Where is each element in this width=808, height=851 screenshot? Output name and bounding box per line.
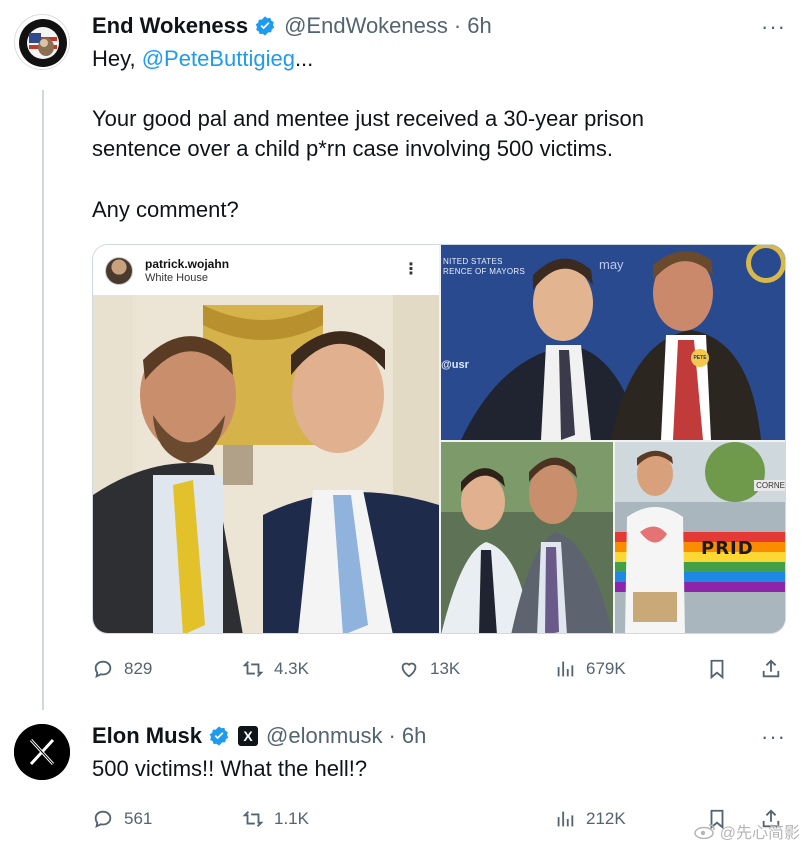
user-handle[interactable]: @elonmusk [266, 723, 383, 749]
text-prefix: Hey, [92, 46, 142, 71]
instagram-location: White House [145, 272, 208, 284]
timestamp[interactable]: 6h [467, 13, 491, 39]
share-icon [762, 659, 780, 678]
separator-dot: · [453, 13, 462, 38]
verified-badge-icon [255, 16, 275, 36]
tweet-text-line: Any comment? [92, 197, 239, 222]
sign-text: PRID [701, 538, 754, 559]
views-count: 679K [586, 659, 626, 678]
verified-badge-icon [209, 726, 229, 746]
banner-word: @usr [441, 359, 469, 371]
views-chart-icon [557, 661, 574, 677]
display-name[interactable]: End Wokeness [92, 13, 248, 39]
text-suffix: ... [294, 46, 314, 71]
banner-word: may [599, 257, 624, 272]
separator-dot: · [388, 723, 396, 748]
tweet-media-image[interactable]: patrick.wojahn White House ⋮ NITED STATE… [92, 244, 786, 634]
repost-icon [242, 811, 264, 827]
more-options-icon[interactable]: ··· [761, 14, 786, 40]
tweet-header: End Wokeness @EndWokeness · 6h [92, 12, 492, 40]
photo-outdoor-illustration [441, 442, 613, 633]
reply-button[interactable]: 561 [92, 804, 152, 834]
like-count: 13K [430, 659, 461, 678]
avatar[interactable] [14, 14, 70, 70]
photo-selfie [93, 295, 439, 633]
mention-link[interactable]: @PeteButtigieg [142, 46, 295, 71]
reply-icon [94, 660, 112, 678]
reply-icon [94, 810, 112, 828]
watermark-text: @先心简影 [719, 825, 800, 842]
display-name[interactable]: Elon Musk [92, 723, 202, 749]
reply-count: 829 [124, 659, 153, 678]
avatar-badge-icon [16, 16, 69, 69]
banner-line: RENCE OF MAYORS [443, 267, 526, 276]
user-handle[interactable]: @EndWokeness [284, 13, 448, 39]
instagram-header: patrick.wojahn White House ⋮ [93, 245, 439, 295]
repost-button[interactable]: 4.3K [242, 654, 309, 684]
media-panel-instagram: patrick.wojahn White House ⋮ [93, 245, 439, 633]
weibo-logo-icon [694, 824, 715, 839]
tweet-header: Elon Musk X @elonmusk · 6h [92, 722, 426, 750]
tweet-text-line: Hey, @PeteButtigieg... [92, 44, 313, 74]
media-panel-conference: NITED STATES RENCE OF MAYORS may @usr PE… [441, 245, 785, 440]
repost-count: 4.3K [274, 659, 309, 678]
instagram-more-icon: ⋮ [403, 261, 419, 278]
tweet-text-line: Your good pal and mentee just received a… [92, 106, 644, 131]
affiliate-x-badge-icon: X [238, 726, 259, 746]
tweet-elon-musk[interactable]: Elon Musk X @elonmusk · 6h ··· 500 victi… [0, 710, 808, 851]
tweet-text-line: sentence over a child p*rn case involvin… [92, 136, 613, 161]
sign-text: CORNE [754, 480, 785, 491]
photo-selfie-illustration [93, 295, 439, 633]
like-button[interactable]: 13K [398, 654, 460, 684]
reply-button[interactable]: 829 [92, 654, 152, 684]
banner-line: NITED STATES [443, 257, 503, 266]
timestamp[interactable]: 6h [402, 723, 426, 749]
tweet-actions: 561 1.1K 212K [92, 804, 786, 834]
more-options-icon[interactable]: ··· [761, 724, 786, 750]
reply-count: 561 [124, 809, 153, 828]
share-button[interactable] [760, 654, 782, 684]
media-panel-outdoor [441, 442, 613, 633]
repost-count: 1.1K [274, 809, 309, 828]
views-button[interactable]: 212K [554, 804, 626, 834]
instagram-avatar [105, 257, 133, 285]
tweet-end-wokeness[interactable]: End Wokeness @EndWokeness · 6h ··· Hey, … [0, 0, 808, 710]
instagram-username: patrick.wojahn [145, 257, 230, 271]
avatar[interactable] [14, 724, 70, 780]
campaign-button: PETE [691, 349, 709, 367]
heart-icon [401, 662, 417, 678]
tweet-text-line: 500 victims!! What the hell!? [92, 756, 368, 781]
bookmark-icon [710, 659, 724, 680]
views-count: 212K [586, 809, 626, 828]
media-panel-pride: CORNE PRID [615, 442, 785, 633]
repost-icon [242, 661, 264, 677]
x-logo-icon [14, 724, 70, 780]
repost-button[interactable]: 1.1K [242, 804, 309, 834]
views-button[interactable]: 679K [554, 654, 626, 684]
conference-banner-text: NITED STATES RENCE OF MAYORS [443, 257, 525, 277]
tweet-actions: 829 4.3K 13K 679K [92, 654, 786, 684]
bookmark-button[interactable] [706, 654, 728, 684]
views-chart-icon [557, 811, 574, 827]
weibo-watermark: @先心简影 [694, 819, 800, 843]
